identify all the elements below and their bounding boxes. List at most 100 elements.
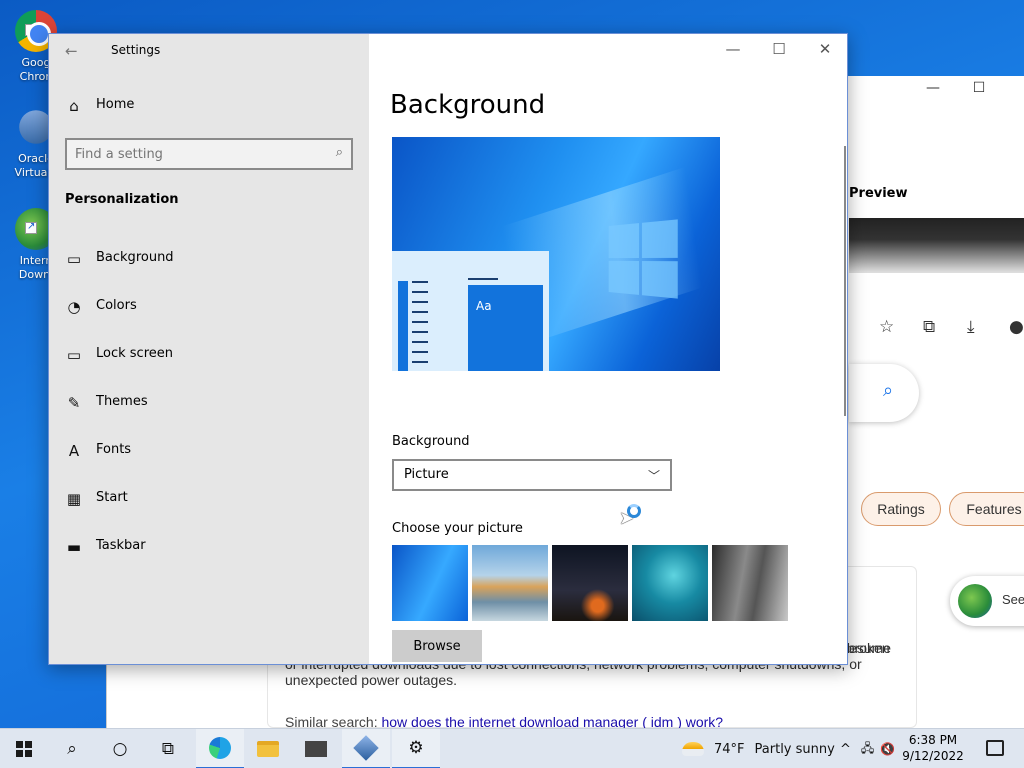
windows-logo-icon bbox=[608, 219, 678, 299]
taskbar-settings[interactable]: ⚙ bbox=[392, 729, 440, 768]
scrollbar[interactable] bbox=[844, 146, 846, 416]
background-dropdown[interactable]: Picture ﹀ bbox=[392, 459, 672, 491]
bg-minimize-button[interactable]: — bbox=[910, 80, 956, 104]
clock[interactable]: 6:38 PM 9/12/2022 bbox=[900, 732, 966, 764]
sidebar-item-label: Start bbox=[96, 490, 128, 505]
preview-start-mock: Aa bbox=[392, 251, 549, 371]
picture-thumbnail[interactable] bbox=[472, 545, 548, 621]
palette-icon: ◔ bbox=[67, 298, 81, 316]
settings-content: — ☐ ✕ Background Aa Background Picture ﹀… bbox=[369, 34, 847, 664]
busy-spinner-icon bbox=[627, 504, 641, 518]
cortana-button[interactable]: ○ bbox=[96, 729, 144, 768]
taskbar-icon: ▬ bbox=[66, 538, 82, 556]
sidebar-item-taskbar[interactable]: ▬ Taskbar bbox=[49, 527, 369, 567]
maximize-button[interactable]: ☐ bbox=[756, 40, 802, 60]
virtualbox-icon bbox=[353, 735, 379, 761]
see-card-text: See bbox=[1002, 592, 1024, 607]
picture-thumbnail[interactable] bbox=[632, 545, 708, 621]
themes-icon: ✎ bbox=[67, 394, 81, 412]
chip-ratings[interactable]: Ratings bbox=[861, 492, 941, 526]
sidebar-item-label: Colors bbox=[96, 298, 137, 313]
close-button[interactable]: ✕ bbox=[802, 40, 847, 60]
task-view-icon: ⧉ bbox=[161, 739, 175, 759]
bg-search-box[interactable]: ⌕ bbox=[849, 364, 919, 422]
cortana-icon: ○ bbox=[112, 739, 128, 759]
sidebar-item-themes[interactable]: ✎ Themes bbox=[49, 383, 369, 423]
bg-dark-banner bbox=[849, 218, 1024, 272]
settings-sidebar: ← Settings ⌂ Home ⌕ Personalization ▭ Ba… bbox=[49, 34, 369, 664]
weather-widget[interactable]: 74°F Partly sunny bbox=[682, 729, 835, 768]
choose-picture-label: Choose your picture bbox=[392, 521, 523, 536]
favorites-icon[interactable]: ☆ bbox=[879, 317, 894, 337]
chevron-down-icon: ﹀ bbox=[647, 469, 660, 483]
picture-thumbnail[interactable] bbox=[392, 545, 468, 621]
bg-preview-label[interactable]: Preview bbox=[849, 186, 908, 201]
collections-icon[interactable]: ⧉ bbox=[923, 317, 935, 337]
weather-temp: 74°F bbox=[714, 741, 745, 757]
gear-icon: ⚙ bbox=[408, 738, 424, 758]
volume-muted-icon[interactable]: 🔇 bbox=[880, 742, 895, 756]
background-preview: Aa bbox=[392, 137, 720, 371]
nav-home-label: Home bbox=[96, 97, 135, 112]
similar-search-link[interactable]: how does the internet download manager (… bbox=[381, 714, 723, 728]
task-view-button[interactable]: ⧉ bbox=[144, 729, 192, 768]
windows-logo-icon bbox=[16, 741, 32, 757]
similar-search: Similar search: how does the internet do… bbox=[285, 714, 723, 728]
minimize-button[interactable]: — bbox=[710, 40, 756, 60]
sidebar-item-colors[interactable]: ◔ Colors bbox=[49, 287, 369, 327]
taskbar-virtualbox[interactable] bbox=[342, 729, 390, 768]
sidebar-item-label: Themes bbox=[96, 394, 148, 409]
notification-icon[interactable] bbox=[986, 740, 1004, 756]
mail-icon bbox=[305, 741, 327, 757]
sidebar-item-label: Taskbar bbox=[96, 538, 146, 553]
browse-button[interactable]: Browse bbox=[392, 630, 482, 662]
page-title: Background bbox=[390, 90, 546, 120]
preview-tile-text: Aa bbox=[476, 299, 492, 313]
taskbar-file-explorer[interactable] bbox=[244, 729, 292, 768]
lock-screen-icon: ▭ bbox=[66, 346, 82, 364]
start-menu-icon: ▦ bbox=[66, 490, 82, 508]
start-button[interactable] bbox=[0, 729, 48, 768]
network-icon[interactable]: 🖧 bbox=[861, 739, 874, 760]
taskbar-mail[interactable] bbox=[292, 729, 340, 768]
find-setting-box[interactable]: ⌕ bbox=[65, 138, 353, 170]
background-label: Background bbox=[392, 434, 470, 449]
sidebar-item-fonts[interactable]: A Fonts bbox=[49, 431, 369, 471]
download-icon[interactable]: ⤓ bbox=[967, 317, 975, 337]
back-arrow-icon[interactable]: ← bbox=[65, 42, 78, 60]
sidebar-item-label: Background bbox=[96, 250, 174, 265]
search-icon[interactable]: ⌕ bbox=[336, 145, 343, 160]
see-card[interactable]: See bbox=[950, 576, 1024, 626]
preview-mock-list bbox=[398, 281, 408, 371]
folder-icon bbox=[257, 741, 279, 757]
preview-mock-lines bbox=[412, 281, 428, 371]
nav-home[interactable]: ⌂ Home bbox=[49, 86, 369, 126]
sidebar-item-background[interactable]: ▭ Background bbox=[49, 239, 369, 279]
chip-features[interactable]: Features bbox=[949, 492, 1024, 526]
taskbar-edge[interactable] bbox=[196, 729, 244, 768]
profile-avatar[interactable]: ● bbox=[1009, 317, 1024, 337]
picture-thumbnail[interactable] bbox=[552, 545, 628, 621]
search-input[interactable] bbox=[75, 145, 315, 163]
clock-date: 9/12/2022 bbox=[902, 749, 964, 763]
sidebar-item-lock-screen[interactable]: ▭ Lock screen bbox=[49, 335, 369, 375]
bg-maximize-button[interactable]: ☐ bbox=[956, 80, 1002, 104]
sidebar-item-label: Fonts bbox=[96, 442, 132, 457]
weather-condition: Partly sunny bbox=[754, 741, 835, 757]
picture-thumbnail[interactable] bbox=[712, 545, 788, 621]
similar-search-prefix: Similar search: bbox=[285, 714, 382, 728]
idm-icon bbox=[958, 584, 992, 618]
preview-mock-tiles: Aa bbox=[468, 285, 543, 371]
preview-mock-line bbox=[468, 278, 498, 280]
search-icon[interactable]: ⌕ bbox=[883, 380, 893, 401]
sidebar-item-start[interactable]: ▦ Start bbox=[49, 479, 369, 519]
system-tray: ^ 🖧 🔇 bbox=[840, 729, 895, 768]
chevron-up-icon[interactable]: ^ bbox=[840, 742, 851, 757]
fonts-icon: A bbox=[68, 442, 80, 460]
search-button[interactable]: ⌕ bbox=[48, 729, 96, 768]
search-icon: ⌕ bbox=[67, 739, 77, 759]
background-dropdown-value: Picture bbox=[404, 467, 449, 482]
home-icon: ⌂ bbox=[69, 97, 79, 115]
partly-sunny-icon bbox=[682, 742, 704, 756]
settings-window[interactable]: ← Settings ⌂ Home ⌕ Personalization ▭ Ba… bbox=[48, 33, 848, 665]
